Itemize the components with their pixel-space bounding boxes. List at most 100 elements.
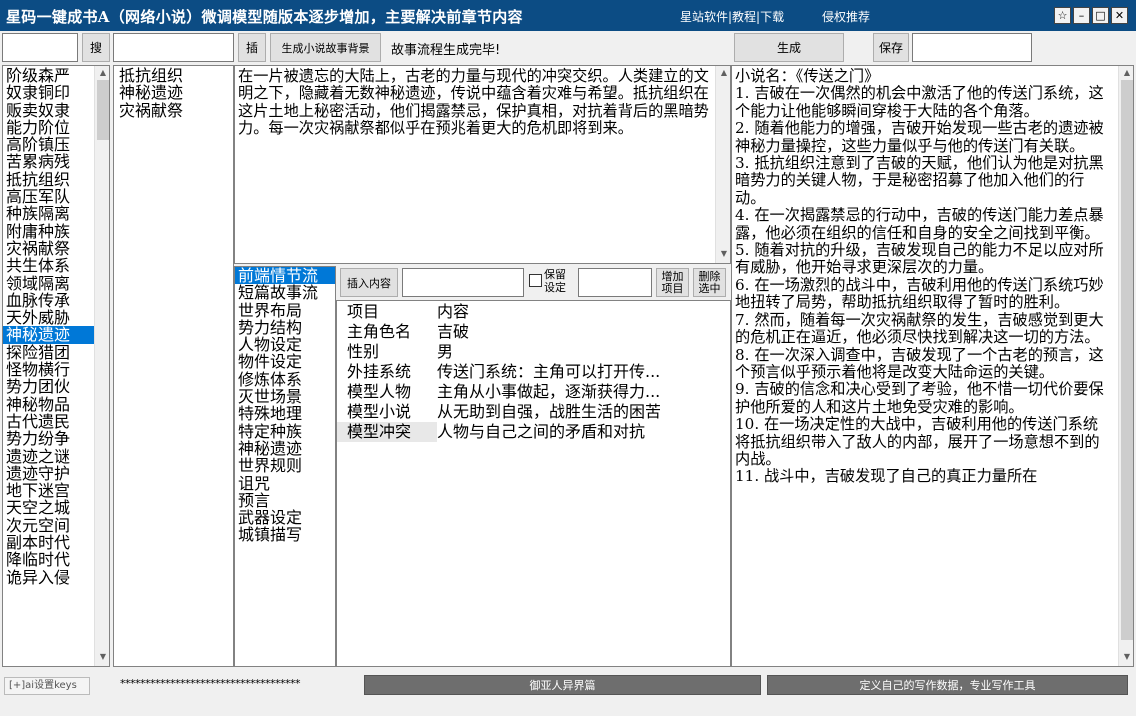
scroll-thumb[interactable] — [97, 80, 109, 140]
genre-list-item[interactable]: 奴隶铜印 — [3, 84, 94, 102]
story-scrollbar[interactable]: ▲ ▼ — [715, 66, 730, 263]
genre-list-item[interactable]: 神秘遗迹 — [3, 326, 94, 344]
genre-list-item[interactable]: 探险猎团 — [3, 343, 94, 361]
genre-list-item[interactable]: 共生体系 — [3, 257, 94, 275]
property-row[interactable]: 模型人物 主角从小事做起，逐渐获得力... — [337, 382, 730, 402]
category-list-item[interactable]: 势力结构 — [235, 319, 335, 337]
outline-textarea[interactable]: 小说名：《传送之门》 1. 吉破在一次偶然的机会中激活了他的传送门系统，这个能力… — [731, 65, 1134, 667]
category-list-item[interactable]: 武器设定 — [235, 509, 335, 527]
genre-list-item[interactable]: 诡异入侵 — [3, 568, 94, 586]
insert-button[interactable]: 插 — [238, 33, 266, 62]
genre-list-item[interactable]: 高压军队 — [3, 188, 94, 206]
search-button[interactable]: 搜 — [82, 33, 110, 62]
insert-content-button[interactable]: 插入内容 — [340, 268, 398, 297]
recommend-link[interactable]: 侵权推荐 — [822, 8, 870, 25]
genre-list-item[interactable]: 高阶镇压 — [3, 136, 94, 154]
category-list-item[interactable]: 灭世场景 — [235, 388, 335, 406]
scroll-thumb[interactable] — [1121, 80, 1133, 640]
scroll-down-icon[interactable]: ▼ — [95, 652, 109, 661]
keep-setting-checkbox[interactable] — [529, 274, 542, 287]
scroll-up-icon[interactable]: ▲ — [95, 68, 109, 77]
category-list-item[interactable]: 物件设定 — [235, 353, 335, 371]
genre-list-item[interactable]: 灾祸献祭 — [3, 240, 94, 258]
genre-list-item[interactable]: 天空之城 — [3, 499, 94, 517]
genre-list-item[interactable]: 降临时代 — [3, 551, 94, 569]
genre-list-item[interactable]: 血脉传承 — [3, 292, 94, 310]
story-background-text: 在一片被遗忘的大陆上，古老的力量与现代的冲突交织。人类建立的文明之下，隐藏着无数… — [238, 67, 709, 138]
add-item-button[interactable]: 增加项目 — [656, 268, 689, 297]
genre-list-item[interactable]: 能力阶位 — [3, 119, 94, 137]
genre-list-item[interactable]: 领域隔离 — [3, 274, 94, 292]
category-list-item[interactable]: 世界规则 — [235, 457, 335, 475]
selected-tags-list[interactable]: 抵抗组织 神秘遗迹 灾祸献祭 — [113, 65, 234, 667]
category-list-item[interactable]: 修炼体系 — [235, 370, 335, 388]
selected-tag-item[interactable]: 抵抗组织 — [116, 67, 183, 85]
maximize-button[interactable]: □ — [1092, 7, 1109, 24]
property-row[interactable]: 模型小说 从无助到自强，战胜生活的困苦 — [337, 402, 730, 422]
delete-selected-button[interactable]: 删除选中 — [693, 268, 726, 297]
category-list-item[interactable]: 人物设定 — [235, 336, 335, 354]
genre-list-item[interactable]: 天外威胁 — [3, 309, 94, 327]
genre-list-item[interactable]: 副本时代 — [3, 534, 94, 552]
title-links[interactable]: 星站软件|教程|下载 — [680, 8, 784, 25]
search-input[interactable] — [2, 33, 78, 62]
category-list-item[interactable]: 特定种族 — [235, 422, 335, 440]
property-row[interactable]: 性别 男 — [337, 342, 730, 362]
genre-scrollbar[interactable]: ▲ ▼ — [94, 66, 109, 666]
genre-list[interactable]: 阶级森严 奴隶铜印 贩卖奴隶 能力阶位 高阶镇压 苦累病残 抵抗组织 高压军队 种族隔离 附庸种族… — [2, 65, 110, 667]
generate-button[interactable]: 生成 — [734, 33, 844, 62]
category-list-item[interactable]: 神秘遗迹 — [235, 440, 335, 458]
generate-background-button[interactable]: 生成小说故事背景 — [270, 33, 381, 62]
property-row[interactable]: 主角色名 吉破 — [337, 322, 730, 342]
genre-list-item[interactable]: 怪物横行 — [3, 361, 94, 379]
scroll-up-icon[interactable]: ▲ — [716, 68, 730, 77]
genre-list-item[interactable]: 种族隔离 — [3, 205, 94, 223]
api-key-field[interactable]: ************************************ — [120, 677, 301, 690]
save-button[interactable]: 保存 — [873, 33, 909, 62]
genre-list-item[interactable]: 附庸种族 — [3, 222, 94, 240]
category-list-item[interactable]: 短篇故事流 — [235, 284, 335, 302]
property-table-header: 项目 内容 — [337, 302, 730, 322]
property-row[interactable]: 模型冲突 人物与自己之间的矛盾和对抗 — [337, 422, 730, 442]
extra-input[interactable] — [578, 268, 652, 297]
minimize-button[interactable]: – — [1073, 7, 1090, 24]
ai-settings-button[interactable]: [+]ai设置keys — [4, 677, 90, 695]
genre-list-item[interactable]: 势力团伙 — [3, 378, 94, 396]
genre-template-button[interactable]: 御亚人异界篇 — [364, 675, 761, 695]
category-list-item[interactable]: 预言 — [235, 492, 335, 510]
genre-list-item[interactable]: 神秘物品 — [3, 395, 94, 413]
property-value: 人物与自己之间的矛盾和对抗 — [437, 422, 646, 441]
genre-list-item[interactable]: 次元空间 — [3, 516, 94, 534]
property-table[interactable]: 项目 内容 主角色名 吉破 性别 男外挂系统 传送门系统：主角可以打开传... 模型人物 主… — [336, 300, 731, 667]
category-list-item[interactable]: 世界布局 — [235, 301, 335, 319]
story-background-textarea[interactable]: 在一片被遗忘的大陆上，古老的力量与现代的冲突交织。人类建立的文明之下，隐藏着无数… — [234, 65, 731, 264]
genre-list-item[interactable]: 古代遗民 — [3, 413, 94, 431]
category-list-item[interactable]: 诅咒 — [235, 474, 335, 492]
tag-input[interactable] — [113, 33, 234, 62]
genre-list-item[interactable]: 阶级森严 — [3, 67, 94, 85]
genre-list-item[interactable]: 抵抗组织 — [3, 170, 94, 188]
selected-tag-item[interactable]: 灾祸献祭 — [116, 101, 183, 119]
star-icon[interactable]: ☆ — [1054, 7, 1071, 24]
custom-data-button[interactable]: 定义自己的写作数据，专业写作工具 — [767, 675, 1128, 695]
genre-list-item[interactable]: 遗迹守护 — [3, 465, 94, 483]
category-list-item[interactable]: 城镇描写 — [235, 526, 335, 544]
genre-list-item[interactable]: 势力纷争 — [3, 430, 94, 448]
property-value: 男 — [437, 342, 454, 361]
save-name-input[interactable] — [912, 33, 1032, 62]
genre-list-item[interactable]: 地下迷宫 — [3, 482, 94, 500]
genre-list-item[interactable]: 贩卖奴隶 — [3, 101, 94, 119]
selected-tag-item[interactable]: 神秘遗迹 — [116, 84, 183, 102]
category-list[interactable]: 前端情节流 短篇故事流 世界布局 势力结构 人物设定 物件设定 修炼体系 灭世场景 特殊地理 特定… — [234, 266, 336, 667]
property-row[interactable]: 外挂系统 传送门系统：主角可以打开传... — [337, 362, 730, 382]
close-button[interactable]: ✕ — [1111, 7, 1128, 24]
scroll-down-icon[interactable]: ▼ — [1119, 652, 1133, 661]
scroll-down-icon[interactable]: ▼ — [716, 249, 730, 258]
category-list-item[interactable]: 前端情节流 — [235, 267, 335, 284]
insert-content-input[interactable] — [402, 268, 524, 297]
genre-list-item[interactable]: 遗迹之谜 — [3, 447, 94, 465]
outline-scrollbar[interactable]: ▲ ▼ — [1118, 66, 1133, 666]
category-list-item[interactable]: 特殊地理 — [235, 405, 335, 423]
genre-list-item[interactable]: 苦累病残 — [3, 153, 94, 171]
scroll-up-icon[interactable]: ▲ — [1119, 68, 1133, 77]
